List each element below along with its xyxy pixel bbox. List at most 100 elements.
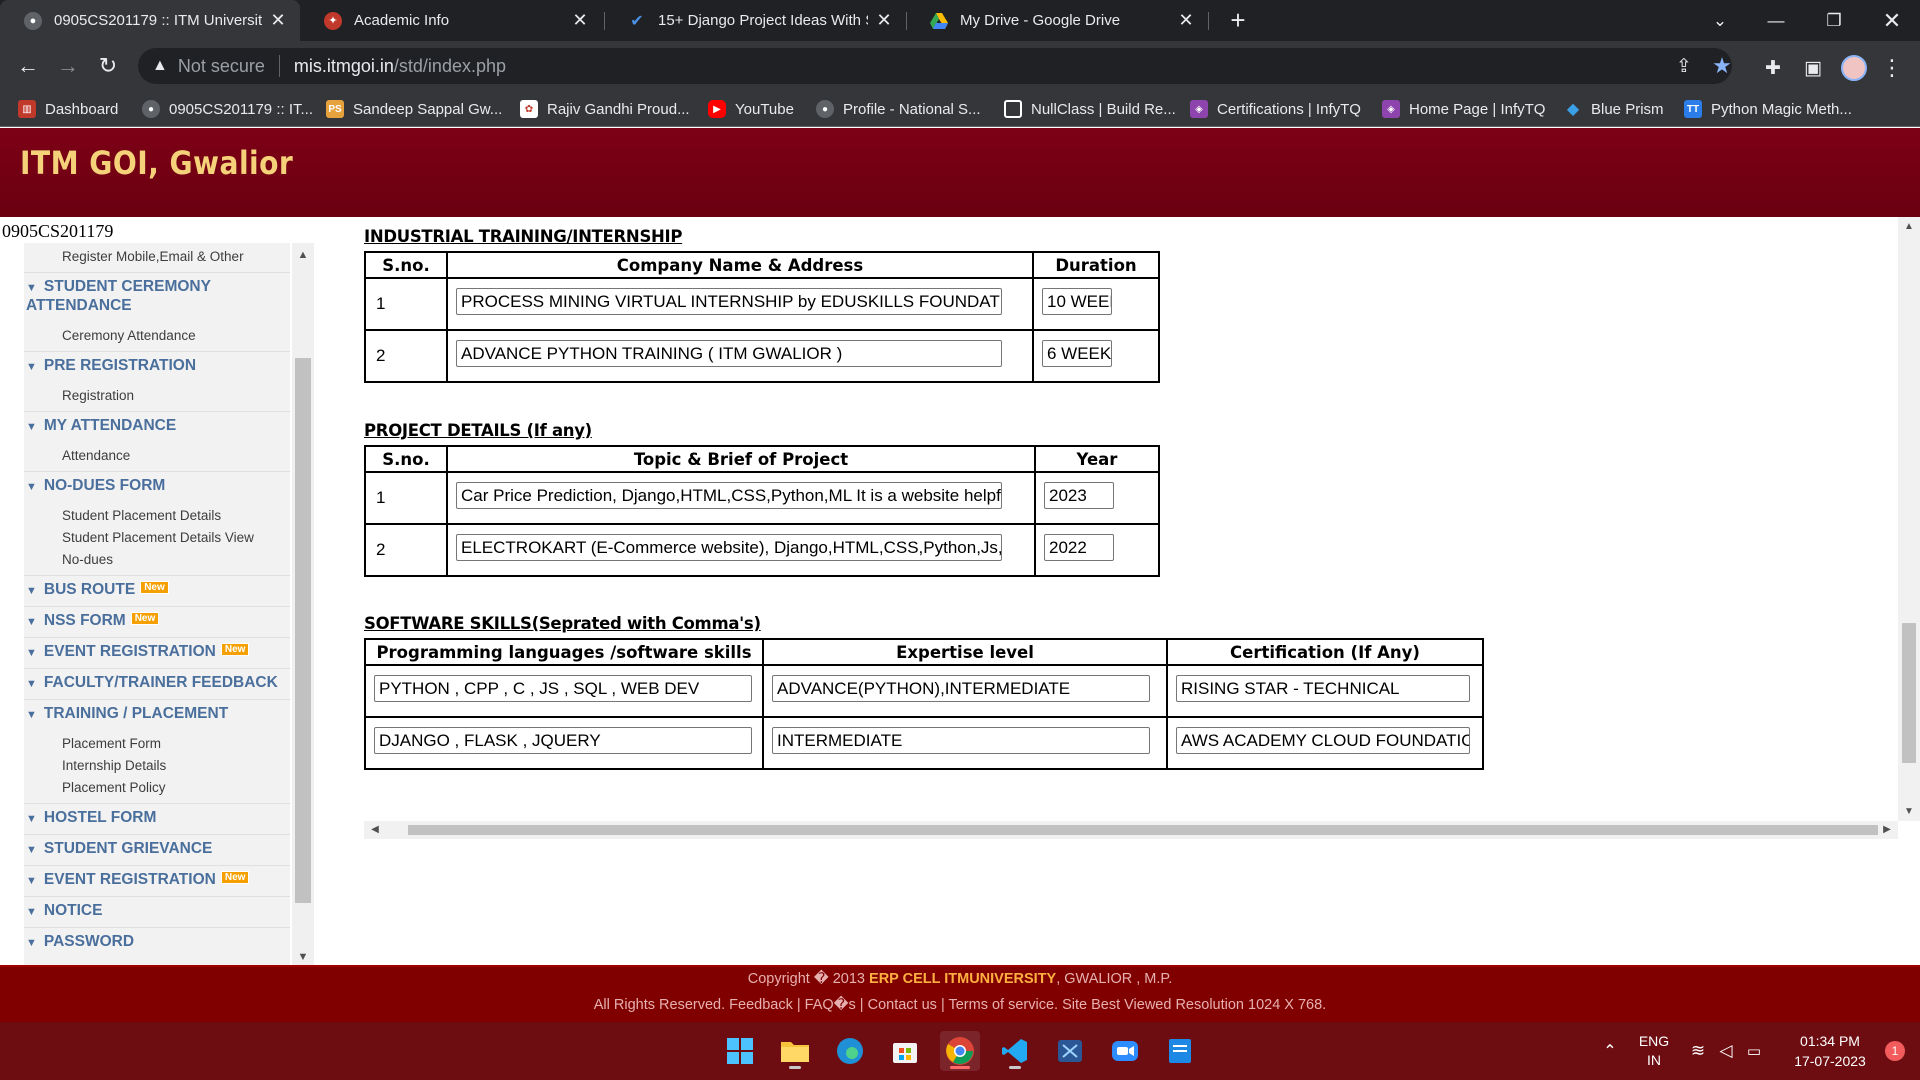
bookmark-blue-prism[interactable]: ◆ Blue Prism	[1564, 98, 1664, 120]
chrome-icon[interactable]	[940, 1031, 980, 1071]
restore-button[interactable]: ❐	[1806, 0, 1862, 41]
minimize-button[interactable]: —	[1748, 0, 1804, 41]
bookmark-nss-profile[interactable]: ● Profile - National S...	[816, 98, 981, 120]
sidebar-item-placement-policy[interactable]: Placement Policy	[62, 780, 166, 795]
bookmark-nullclass[interactable]: NullClass | Build Re...	[1004, 98, 1176, 120]
topic-input[interactable]: ELECTROKART (E-Commerce website), Django…	[456, 534, 1002, 561]
certification-input[interactable]: RISING STAR - TECHNICAL	[1176, 675, 1470, 702]
volume-icon[interactable]: ◁	[1714, 1022, 1738, 1080]
sidebar-item-no-dues[interactable]: No-dues	[62, 552, 113, 567]
bookmark-python-magic[interactable]: TT Python Magic Meth...	[1684, 98, 1852, 120]
skills-input[interactable]: PYTHON , CPP , C , JS , SQL , WEB DEV	[374, 675, 752, 702]
sidebar-item-student-placement-details[interactable]: Student Placement Details	[62, 508, 221, 523]
bookmark-youtube[interactable]: ▶ YouTube	[708, 98, 794, 120]
close-window-button[interactable]: ✕	[1864, 0, 1920, 41]
forward-arrow-icon[interactable]: →	[52, 50, 84, 82]
year-input[interactable]: 2023	[1044, 482, 1114, 509]
bookmark-infytq-home[interactable]: ◈ Home Page | InfyTQ	[1382, 98, 1545, 120]
close-icon[interactable]: ✕	[874, 10, 894, 31]
scroll-left-arrow-icon[interactable]: ◀	[366, 821, 384, 839]
menu-kebab-icon[interactable]: ⋮	[1878, 50, 1906, 86]
company-input[interactable]: ADVANCE PYTHON TRAINING ( ITM GWALIOR )	[456, 340, 1002, 367]
certification-input[interactable]: AWS ACADEMY CLOUD FOUNDATIONS	[1176, 727, 1470, 754]
close-icon[interactable]: ✕	[268, 10, 288, 31]
scroll-down-arrow-icon[interactable]: ▼	[1898, 806, 1920, 817]
wifi-icon[interactable]: ≋	[1686, 1022, 1710, 1080]
edge-icon[interactable]	[830, 1031, 870, 1071]
security-status[interactable]: Not secure	[178, 56, 265, 77]
tab-search-button[interactable]: ⌄	[1692, 0, 1748, 41]
sidebar-item-register-mobile-email-other[interactable]: Register Mobile,Email & Other	[62, 249, 244, 264]
sidebar-section-training-placement[interactable]: ▼ TRAINING / PLACEMENT	[26, 705, 288, 724]
scrollbar-thumb[interactable]	[408, 825, 1878, 835]
footer-links[interactable]: All Rights Reserved. Feedback | FAQ�s | …	[0, 997, 1920, 1013]
bookmark-rgpv[interactable]: ✿ Rajiv Gandhi Proud...	[520, 98, 690, 120]
bookmark-star-icon[interactable]: ★	[1706, 48, 1738, 84]
expertise-input[interactable]: ADVANCE(PYTHON),INTERMEDIATE	[772, 675, 1150, 702]
scroll-right-arrow-icon[interactable]: ▶	[1878, 821, 1896, 839]
scrollbar-thumb[interactable]	[295, 358, 311, 903]
sidebar-item-internship-details[interactable]: Internship Details	[62, 758, 166, 773]
bookmark-dashboard[interactable]: ▥ Dashboard	[18, 98, 118, 120]
bookmark-itm-profile[interactable]: ● 0905CS201179 :: IT...	[142, 98, 313, 120]
scrollbar-thumb[interactable]	[1902, 623, 1916, 763]
content-horizontal-scrollbar[interactable]: ◀ ▶	[364, 821, 1898, 839]
side-panel-icon[interactable]: ▣	[1796, 50, 1830, 86]
notification-badge[interactable]: 1	[1880, 1022, 1910, 1080]
tab-itm-university[interactable]: ● 0905CS201179 :: ITM University, Gwalio…	[0, 0, 300, 41]
sidebar-section-notice[interactable]: ▼ NOTICE	[26, 902, 288, 921]
share-icon[interactable]: ⇪	[1668, 48, 1700, 84]
sidebar-section-no-dues-form[interactable]: ▼ NO-DUES FORM	[26, 477, 288, 496]
sidebar-item-ceremony-attendance[interactable]: Ceremony Attendance	[62, 328, 196, 343]
reload-icon[interactable]: ↻	[92, 50, 124, 82]
sidebar-section-nss-form[interactable]: ▼ NSS FORM New	[26, 612, 288, 631]
file-explorer-icon[interactable]	[775, 1031, 815, 1071]
sidebar-section-hostel-form[interactable]: ▼ HOSTEL FORM	[26, 809, 288, 828]
skills-input[interactable]: DJANGO , FLASK , JQUERY	[374, 727, 752, 754]
windows-start-icon[interactable]	[720, 1031, 760, 1071]
tab-academic-info[interactable]: ✦ Academic Info ✕	[300, 0, 602, 41]
bookmark-sandeep-sappal[interactable]: PS Sandeep Sappal Gw...	[326, 98, 502, 120]
sidebar-section-pre-registration[interactable]: ▼ PRE REGISTRATION	[26, 357, 288, 376]
notes-icon[interactable]	[1160, 1031, 1200, 1071]
sidebar-item-attendance[interactable]: Attendance	[62, 448, 130, 463]
duration-input[interactable]: 6 WEEKS	[1042, 340, 1112, 367]
profile-avatar[interactable]	[1836, 50, 1872, 86]
org-link[interactable]: ERP CELL ITMUNIVERSITY	[869, 971, 1056, 987]
duration-input[interactable]: 10 WEEKS	[1042, 288, 1112, 315]
expertise-input[interactable]: INTERMEDIATE	[772, 727, 1150, 754]
scroll-up-arrow-icon[interactable]: ▲	[292, 249, 314, 261]
chevron-up-icon[interactable]: ⌃	[1596, 1022, 1624, 1080]
clock[interactable]: 01:34 PM 17-07-2023	[1780, 1022, 1880, 1080]
sidebar-section-faculty-trainer-feedback[interactable]: ▼ FACULTY/TRAINER FEEDBACK	[26, 674, 288, 693]
zoom-icon[interactable]	[1105, 1031, 1145, 1071]
vscode-icon[interactable]	[995, 1031, 1035, 1071]
sidebar-item-student-placement-details-view[interactable]: Student Placement Details View	[62, 530, 254, 545]
sidebar-section-password[interactable]: ▼ PASSWORD	[26, 933, 288, 952]
sidebar-section-student-ceremony-attendance[interactable]: ▼ STUDENT CEREMONY ATTENDANCE	[26, 278, 288, 315]
sidebar-section-event-registration[interactable]: ▼ EVENT REGISTRATION New	[26, 643, 288, 662]
sidebar-item-registration[interactable]: Registration	[62, 388, 134, 403]
battery-icon[interactable]: ▭	[1742, 1022, 1766, 1080]
close-icon[interactable]: ✕	[570, 10, 590, 31]
year-input[interactable]: 2022	[1044, 534, 1114, 561]
sidebar-section-bus-route[interactable]: ▼ BUS ROUTE New	[26, 581, 288, 600]
extensions-puzzle-icon[interactable]: ✚	[1756, 50, 1790, 86]
tab-django-ideas[interactable]: ✔ 15+ Django Project Ideas With Source C…	[604, 0, 906, 41]
sidebar-section-student-grievance[interactable]: ▼ STUDENT GRIEVANCE	[26, 840, 288, 859]
topic-input[interactable]: Car Price Prediction, Django,HTML,CSS,Py…	[456, 482, 1002, 509]
sidebar-item-placement-form[interactable]: Placement Form	[62, 736, 161, 751]
content-vertical-scrollbar[interactable]: ▲ ▼	[1898, 217, 1920, 821]
scroll-up-arrow-icon[interactable]: ▲	[1898, 221, 1920, 232]
tab-google-drive[interactable]: My Drive - Google Drive ✕	[906, 0, 1208, 41]
scroll-down-arrow-icon[interactable]: ▼	[292, 951, 314, 963]
sidebar-vertical-scrollbar[interactable]: ▲ ▼	[292, 243, 314, 969]
snipping-icon[interactable]	[1050, 1031, 1090, 1071]
warning-triangle-icon[interactable]: ▲	[152, 57, 168, 75]
store-icon[interactable]	[885, 1031, 925, 1071]
language-indicator[interactable]: ENG IN	[1634, 1022, 1674, 1080]
sidebar-section-event-registration[interactable]: ▼ EVENT REGISTRATION New	[26, 871, 288, 890]
close-icon[interactable]: ✕	[1176, 10, 1196, 31]
address-bar[interactable]: ▲ Not secure mis.itmgoi.in /std/index.ph…	[138, 48, 1732, 84]
back-arrow-icon[interactable]: ←	[12, 50, 44, 82]
